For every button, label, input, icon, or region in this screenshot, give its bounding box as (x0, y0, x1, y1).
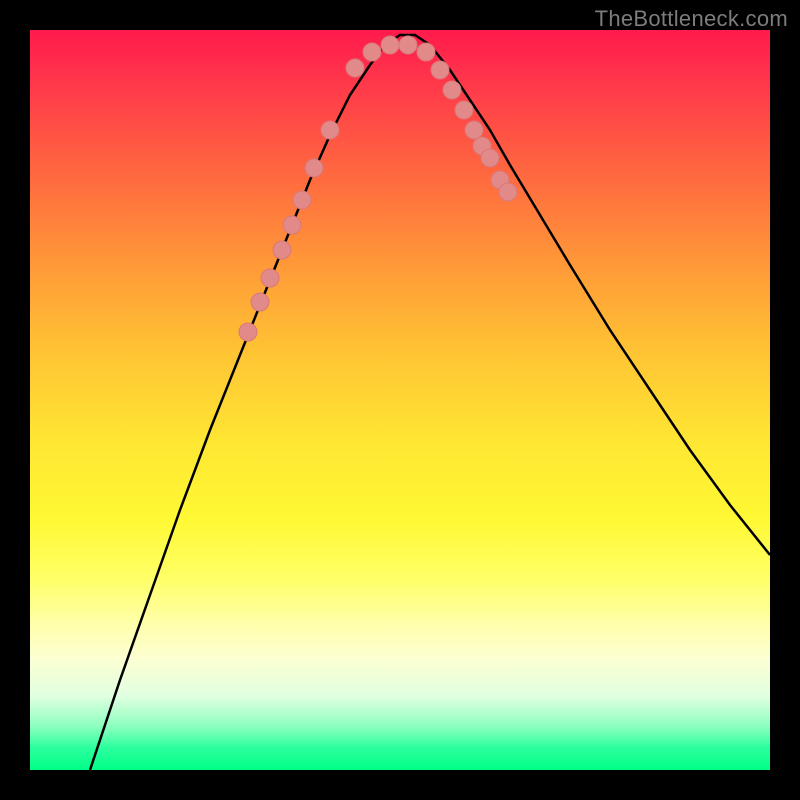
marker-dot (381, 36, 399, 54)
marker-dot (239, 323, 257, 341)
marker-dot (283, 216, 301, 234)
marker-dot (455, 101, 473, 119)
marker-dot (363, 43, 381, 61)
chart-plot-area (30, 30, 770, 770)
marker-dot (273, 241, 291, 259)
marker-dot (499, 183, 517, 201)
marker-dot (293, 191, 311, 209)
bottleneck-curve (90, 35, 770, 770)
marker-dot (465, 121, 483, 139)
marker-dot (346, 59, 364, 77)
marker-dot (305, 159, 323, 177)
marker-dot (481, 149, 499, 167)
marker-dot (399, 36, 417, 54)
marker-dot (431, 61, 449, 79)
marker-dot (251, 293, 269, 311)
chart-svg (30, 30, 770, 770)
watermark-text: TheBottleneck.com (595, 6, 788, 32)
marker-dot (443, 81, 461, 99)
marker-dot (261, 269, 279, 287)
data-markers (239, 36, 517, 341)
marker-dot (321, 121, 339, 139)
marker-dot (417, 43, 435, 61)
